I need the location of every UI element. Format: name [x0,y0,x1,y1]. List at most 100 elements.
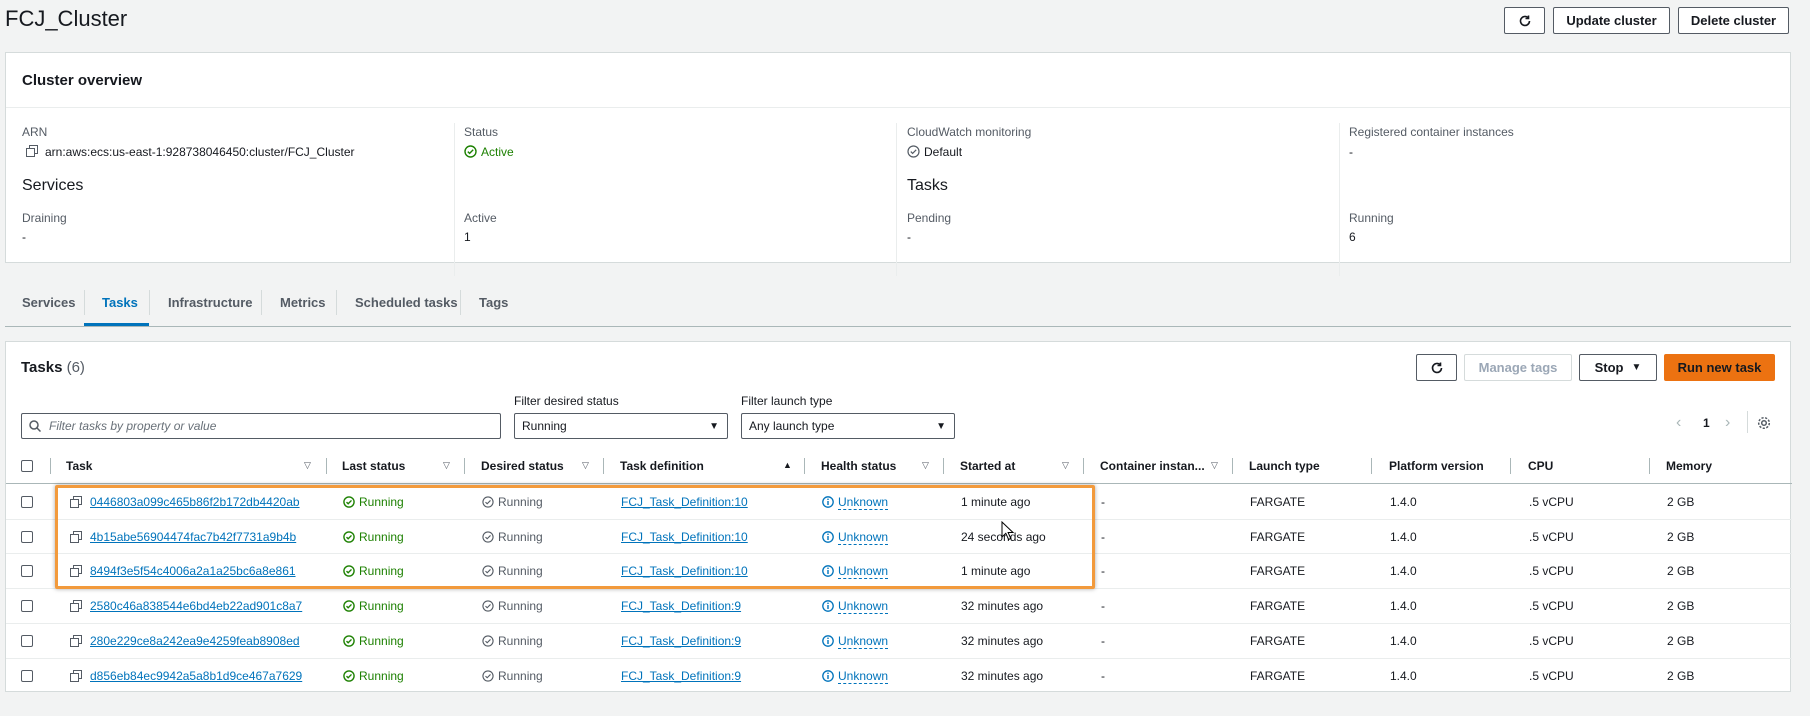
started-at-value: 1 minute ago [961,564,1031,578]
arn-value: arn:aws:ecs:us-east-1:928738046450:clust… [45,145,355,159]
run-new-task-button[interactable]: Run new task [1664,354,1775,381]
platform-version-value: 1.4.0 [1390,634,1417,648]
health-status-value[interactable]: Unknown [838,564,889,579]
filter-launch-type-label: Filter launch type [741,394,833,408]
started-at-value: 32 minutes ago [961,669,1044,683]
refresh-icon [1518,14,1532,28]
tab-scheduled-tasks[interactable]: Scheduled tasks [355,295,458,310]
health-status-value[interactable]: Unknown [838,530,889,545]
column-header-desired-status[interactable]: Desired status [481,459,564,473]
tab-infrastructure[interactable]: Infrastructure [168,295,253,310]
delete-cluster-button[interactable]: Delete cluster [1678,7,1789,34]
row-checkbox[interactable] [21,496,33,508]
copy-icon[interactable] [70,531,82,543]
cpu-value: .5 vCPU [1529,634,1574,648]
row-checkbox[interactable] [21,600,33,612]
platform-version-value: 1.4.0 [1390,530,1417,544]
chevron-right-icon[interactable]: › [1725,414,1730,432]
desired-status-select[interactable]: Running ▼ [514,413,728,439]
column-header-last-status[interactable]: Last status [342,459,405,473]
column-header-launch-type[interactable]: Launch type [1249,459,1320,473]
info-icon [822,565,834,577]
row-checkbox[interactable] [21,670,33,682]
health-status-value[interactable]: Unknown [838,495,889,510]
info-icon [822,496,834,508]
column-header-cpu[interactable]: CPU [1528,459,1553,473]
sort-caret-icon[interactable]: ▽ [304,460,311,471]
sort-caret-icon[interactable]: ▽ [582,460,589,471]
row-checkbox[interactable] [21,531,33,543]
chevron-left-icon[interactable]: ‹ [1676,414,1681,432]
sort-ascending-icon[interactable]: ▲ [783,460,792,470]
check-circle-icon [464,145,477,158]
pending-value: - [907,230,911,244]
health-status-value[interactable]: Unknown [838,599,889,614]
sort-caret-icon[interactable]: ▽ [443,460,450,471]
task-definition-link[interactable]: FCJ_Task_Definition:9 [621,599,741,613]
page-number[interactable]: 1 [1703,416,1710,430]
tab-tasks[interactable]: Tasks [102,295,138,310]
sort-caret-icon[interactable]: ▽ [1211,460,1218,471]
task-definition-link[interactable]: FCJ_Task_Definition:9 [621,634,741,648]
status-label: Status [464,125,499,139]
copy-icon[interactable] [70,496,82,508]
arn-label: ARN [22,125,48,139]
task-id-link[interactable]: d856eb84ec9942a5a8b1d9ce467a7629 [90,669,302,683]
sort-caret-icon[interactable]: ▽ [922,460,929,471]
task-definition-link[interactable]: FCJ_Task_Definition:10 [621,564,748,578]
task-id-link[interactable]: 280e229ce8a242ea9e4259feab8908ed [90,634,300,648]
platform-version-value: 1.4.0 [1390,495,1417,509]
task-id-link[interactable]: 4b15abe56904474fac7b42f7731a9b4b [90,530,296,544]
cloudwatch-label: CloudWatch monitoring [907,125,1032,139]
tab-services[interactable]: Services [22,295,76,310]
task-definition-link[interactable]: FCJ_Task_Definition:10 [621,530,748,544]
platform-version-value: 1.4.0 [1390,669,1417,683]
manage-tags-button[interactable]: Manage tags [1464,354,1572,381]
task-id-link[interactable]: 2580c46a838544e6bd4eb22ad901c8a7 [90,599,302,613]
update-cluster-button[interactable]: Update cluster [1553,7,1670,34]
column-header-platform-version[interactable]: Platform version [1389,459,1484,473]
task-id-link[interactable]: 8494f3e5f54c4006a2a1a25bc6a8e861 [90,564,296,578]
copy-icon[interactable] [26,145,38,157]
tasks-panel-title: Tasks (6) [21,359,85,376]
health-status-value[interactable]: Unknown [838,634,889,649]
services-heading: Services [22,177,84,194]
tab-metrics[interactable]: Metrics [280,295,326,310]
task-id-link[interactable]: 0446803a099c465b86f2b172db4420ab [90,495,300,509]
memory-value: 2 GB [1667,599,1695,613]
select-all-checkbox[interactable] [21,460,33,472]
column-header-task-definition[interactable]: Task definition [620,459,704,473]
task-definition-link[interactable]: FCJ_Task_Definition:10 [621,495,748,509]
launch-type-value: Any launch type [749,419,835,433]
copy-icon[interactable] [70,635,82,647]
copy-icon[interactable] [70,600,82,612]
launch-type-select[interactable]: Any launch type ▼ [741,413,955,439]
info-icon [822,635,834,647]
row-checkbox[interactable] [21,635,33,647]
desired-status-value: Running [498,530,543,544]
column-header-health-status[interactable]: Health status [821,459,896,473]
refresh-cluster-button[interactable] [1504,7,1545,34]
check-circle-icon [482,600,494,612]
memory-value: 2 GB [1667,669,1695,683]
task-definition-link[interactable]: FCJ_Task_Definition:9 [621,669,741,683]
column-header-memory[interactable]: Memory [1666,459,1712,473]
copy-icon[interactable] [70,670,82,682]
search-input[interactable]: Filter tasks by property or value [21,413,501,439]
gear-icon[interactable] [1757,416,1771,430]
column-header-started-at[interactable]: Started at [960,459,1015,473]
search-placeholder: Filter tasks by property or value [49,419,217,433]
last-status-value: Running [359,530,404,544]
copy-icon[interactable] [70,565,82,577]
check-circle-icon [482,496,494,508]
sort-caret-icon[interactable]: ▽ [1062,460,1069,471]
refresh-tasks-button[interactable] [1416,354,1457,381]
row-checkbox[interactable] [21,565,33,577]
stop-button[interactable]: Stop ▼ [1579,354,1657,381]
column-header-container-instance[interactable]: Container instan... [1100,459,1205,473]
active-value: 1 [464,230,471,244]
container-instance-value: - [1101,564,1105,578]
tab-tags[interactable]: Tags [479,295,508,310]
health-status-value[interactable]: Unknown [838,669,889,684]
column-header-task[interactable]: Task [66,459,92,473]
